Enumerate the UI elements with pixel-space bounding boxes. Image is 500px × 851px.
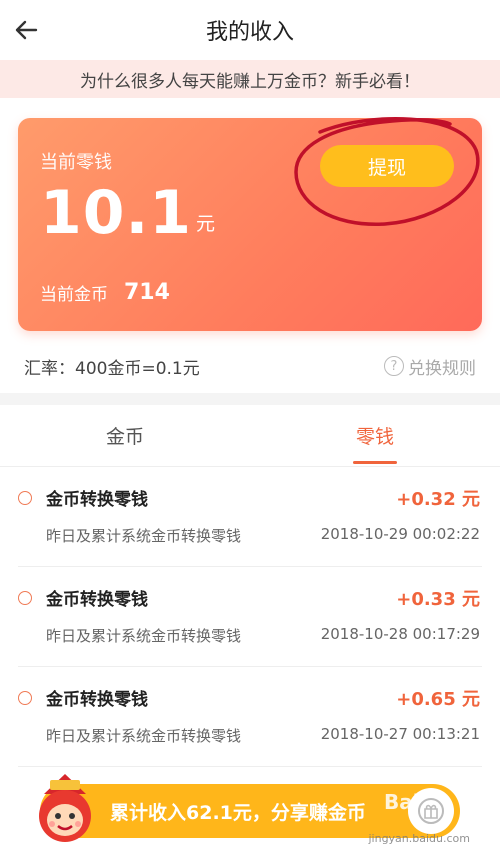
records-list: 金币转换零钱 +0.32 元 昨日及累计系统金币转换零钱 2018-10-29 … xyxy=(0,467,500,767)
section-divider xyxy=(0,393,500,405)
coins-row: 当前金币 714 xyxy=(40,280,170,305)
record-dot-icon xyxy=(18,691,32,705)
coins-label: 当前金币 xyxy=(40,285,108,305)
coins-value: 714 xyxy=(124,280,170,305)
mascot-icon xyxy=(39,774,91,842)
tips-banner[interactable]: 为什么很多人每天能赚上万金币？新手必看！ xyxy=(0,60,500,98)
withdraw-button[interactable]: 提现 xyxy=(320,145,454,187)
record-title: 金币转换零钱 xyxy=(46,690,148,710)
record-desc: 昨日及累计系统金币转换零钱 xyxy=(46,627,242,645)
change-amount-value: 10.1 xyxy=(40,178,193,248)
tab-change[interactable]: 零钱 xyxy=(250,405,500,466)
page-title: 我的收入 xyxy=(205,20,294,45)
exchange-rate-row: 汇率：400金币=0.1元 ? 兑换规则 xyxy=(0,346,500,386)
record-desc: 昨日及累计系统金币转换零钱 xyxy=(46,527,242,545)
top-bar: 我的收入 xyxy=(0,0,500,60)
list-item: 金币转换零钱 +0.65 元 昨日及累计系统金币转换零钱 2018-10-27 … xyxy=(18,667,482,767)
record-time: 2018-10-28 00:17:29 xyxy=(320,625,480,643)
watermark-logo: Bai xyxy=(384,790,420,814)
record-desc: 昨日及累计系统金币转换零钱 xyxy=(46,727,242,745)
exchange-rules-link[interactable]: ? 兑换规则 xyxy=(384,354,476,379)
record-title: 金币转换零钱 xyxy=(46,590,148,610)
list-item: 金币转换零钱 +0.33 元 昨日及累计系统金币转换零钱 2018-10-28 … xyxy=(18,567,482,667)
exchange-rules-label: 兑换规则 xyxy=(408,358,476,379)
record-time: 2018-10-29 00:02:22 xyxy=(320,525,480,543)
exchange-rate-text: 汇率：400金币=0.1元 xyxy=(24,358,200,379)
tab-coins[interactable]: 金币 xyxy=(0,405,250,466)
balance-card: 当前零钱 10.1 元 当前金币 714 提现 xyxy=(18,116,482,331)
record-amount: +0.65 元 xyxy=(396,689,480,710)
record-amount: +0.32 元 xyxy=(396,489,480,510)
change-amount-unit: 元 xyxy=(196,213,216,235)
watermark-url: jingyan.baidu.com xyxy=(368,832,470,845)
record-time: 2018-10-27 00:13:21 xyxy=(320,725,480,743)
record-amount: +0.33 元 xyxy=(396,589,480,610)
record-dot-icon xyxy=(18,591,32,605)
record-dot-icon xyxy=(18,491,32,505)
question-icon: ? xyxy=(384,356,404,376)
share-text: 累计收入62.1元，分享赚金币 xyxy=(110,801,366,824)
list-item: 金币转换零钱 +0.32 元 昨日及累计系统金币转换零钱 2018-10-29 … xyxy=(18,467,482,567)
record-tabs: 金币 零钱 xyxy=(0,405,500,467)
change-amount: 10.1 元 xyxy=(40,182,215,244)
change-label: 当前零钱 xyxy=(40,152,112,173)
record-title: 金币转换零钱 xyxy=(46,490,148,510)
back-arrow-icon[interactable] xyxy=(10,14,42,46)
